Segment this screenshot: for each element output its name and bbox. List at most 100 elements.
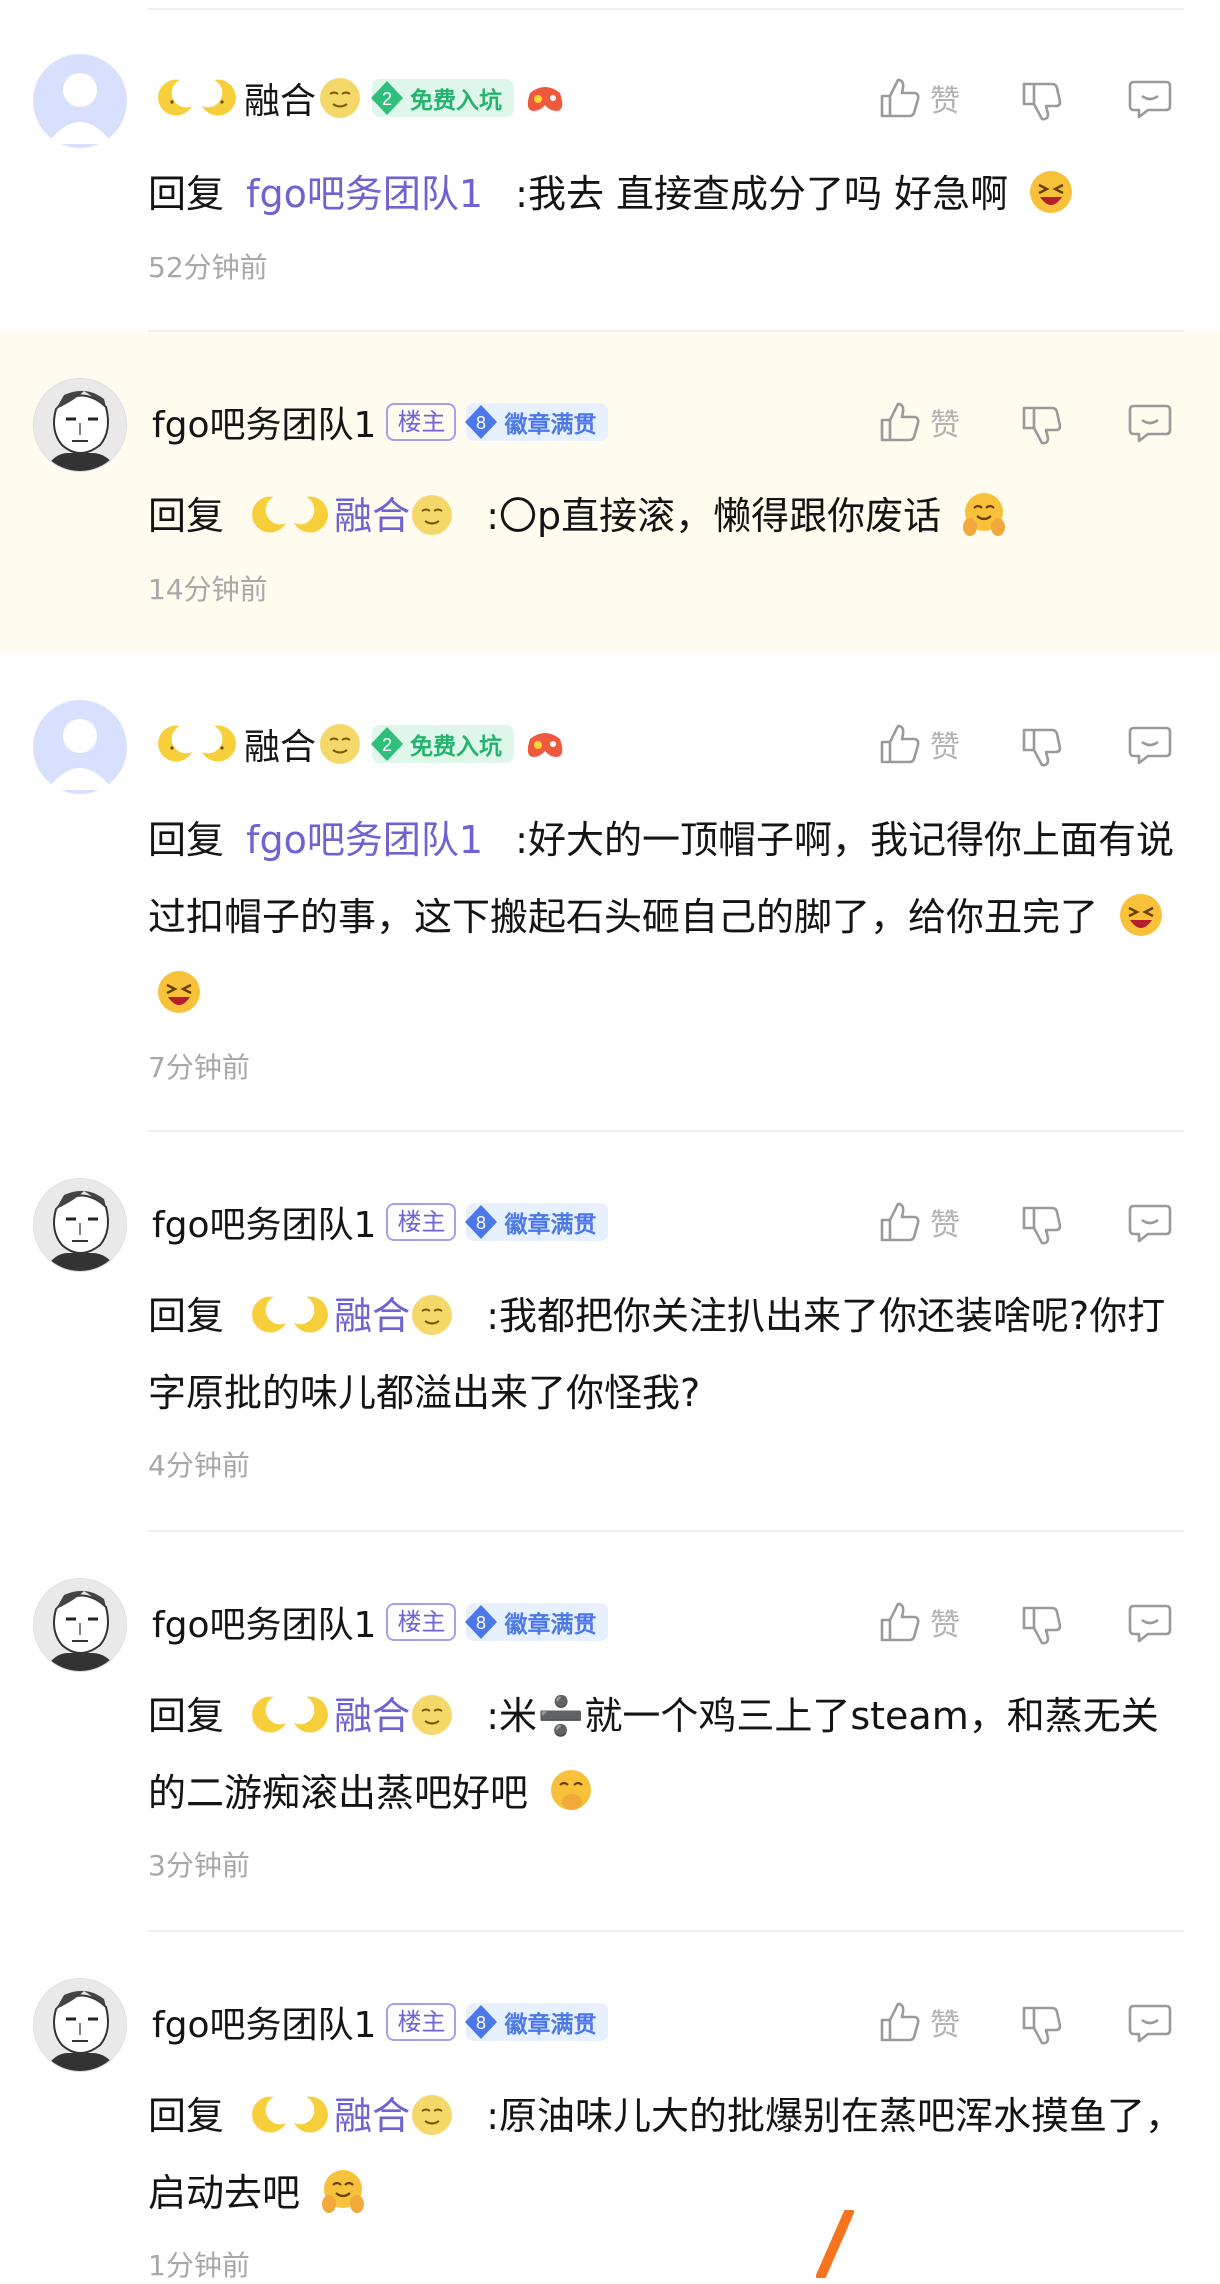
like-button[interactable]: 赞 — [878, 2000, 960, 2044]
username[interactable]: fgo吧务团队1 — [152, 396, 376, 448]
grin-face-icon — [1120, 894, 1163, 936]
smile-emoji-icon — [412, 1295, 453, 1335]
orange-brush-stroke — [816, 2210, 854, 2278]
moon-icon — [252, 496, 287, 533]
gamepad-icon — [527, 733, 563, 757]
avatar[interactable] — [33, 54, 127, 148]
like-button[interactable]: 赞 — [878, 1600, 960, 1644]
comment-content: 回复 融合 :原油味儿大的批爆别在蒸吧浑水摸鱼了，启动去吧 — [148, 2078, 1188, 2232]
level-number: 2 — [382, 735, 392, 755]
smile-emoji-icon — [412, 495, 453, 535]
diamond-icon: 8 — [465, 405, 498, 439]
thumbs-down-icon[interactable] — [1020, 724, 1064, 768]
comment-bubble-icon[interactable] — [1128, 400, 1172, 444]
username[interactable]: 融合 — [244, 72, 316, 124]
mention-name: 融合 — [334, 1694, 411, 1738]
shush-face-icon — [551, 1770, 592, 1810]
reply-prefix: 回复 — [148, 172, 225, 216]
comment-bubble-icon[interactable] — [1128, 2000, 1172, 2044]
avatar[interactable] — [33, 1978, 127, 2072]
moon-icon — [252, 2096, 287, 2133]
grin-face-icon — [1030, 171, 1073, 213]
hug-face-icon — [963, 493, 1006, 536]
like-label: 赞 — [930, 84, 960, 119]
level-title: 徽章满贯 — [504, 1212, 597, 1238]
comment-header: fgo吧务团队1 楼主 8 徽章满贯 — [152, 1992, 609, 2052]
timestamp: 1分钟前 — [148, 2249, 250, 2282]
comment-item: 融合 2 免费入坑 赞 回复 fgo吧务团队1 :我去 直接查成分了吗 好急啊 … — [0, 10, 1220, 328]
comment-actions: 赞 — [878, 1592, 1178, 1652]
username[interactable]: 融合 — [244, 718, 316, 770]
username[interactable]: fgo吧务团队1 — [152, 1996, 376, 2048]
comment-content: 回复 fgo吧务团队1 :好大的一顶帽子啊，我记得你上面有说过扣帽子的事，这下搬… — [148, 802, 1188, 1033]
comment-item: fgo吧务团队1 楼主 8 徽章满贯 赞 回复 融合 :原油味儿大的批爆别在蒸吧… — [0, 1932, 1220, 2282]
thumbs-down-icon[interactable] — [1020, 402, 1064, 446]
op-badge: 楼主 — [386, 1203, 457, 1241]
comment-bubble-icon[interactable] — [1128, 1600, 1172, 1644]
smile-emoji-icon — [412, 2095, 453, 2135]
thumbs-down-icon[interactable] — [1020, 1202, 1064, 1246]
level-number: 2 — [382, 89, 392, 109]
comment-text: :〇p直接滚，懒得跟你废话 — [486, 494, 942, 538]
username[interactable]: fgo吧务团队1 — [152, 1196, 376, 1248]
avatar[interactable] — [33, 1578, 127, 1672]
moon-icon — [294, 1296, 329, 1333]
thumbs-down-icon[interactable] — [1020, 1602, 1064, 1646]
thumbs-up-icon — [880, 78, 920, 118]
mention-link[interactable]: 融合 — [246, 1294, 466, 1338]
mention-link[interactable]: 融合 — [246, 494, 466, 538]
comment-header: fgo吧务团队1 楼主 8 徽章满贯 — [152, 392, 609, 452]
timestamp: 52分钟前 — [148, 251, 268, 284]
comment-item: fgo吧务团队1 楼主 8 徽章满贯 赞 回复 融合 :我都把你关注扒出来了你还… — [0, 1132, 1220, 1528]
level-badge: 2 免费入坑 — [371, 79, 515, 117]
comment-item: 融合 2 免费入坑 赞 回复 fgo吧务团队1 :好大的一顶帽子啊，我记得你上面… — [0, 656, 1220, 1128]
grin-face-icon — [158, 971, 200, 1013]
moon-icon — [202, 79, 236, 116]
like-label: 赞 — [930, 1208, 960, 1243]
username[interactable]: fgo吧务团队1 — [152, 1596, 376, 1648]
comment-bubble-icon[interactable] — [1128, 76, 1172, 120]
like-button[interactable]: 赞 — [878, 76, 960, 120]
thumbs-down-icon[interactable] — [1020, 2002, 1064, 2046]
avatar[interactable] — [33, 1178, 127, 1272]
avatar[interactable] — [33, 378, 127, 472]
thumbs-down-icon[interactable] — [1020, 78, 1064, 122]
level-number: 8 — [476, 1213, 486, 1233]
diamond-icon: 2 — [371, 727, 404, 761]
comment-bubble-icon[interactable] — [1128, 722, 1172, 766]
comment-bubble-icon[interactable] — [1128, 1200, 1172, 1244]
like-button[interactable]: 赞 — [878, 400, 960, 444]
hug-face-icon — [322, 2170, 365, 2213]
like-button[interactable]: 赞 — [878, 722, 960, 766]
moon-icon — [202, 725, 236, 762]
thumbs-up-icon — [880, 724, 920, 764]
mention-link[interactable]: 融合 — [246, 2094, 466, 2138]
level-number: 8 — [476, 413, 486, 433]
diamond-icon: 8 — [465, 1205, 498, 1239]
diamond-icon: 2 — [371, 81, 404, 115]
level-number: 8 — [476, 2013, 486, 2033]
comment-item: fgo吧务团队1 楼主 8 徽章满贯 赞 回复 融合 :米➗就一个鸡三上了ste… — [0, 1532, 1220, 1928]
mention-link[interactable]: fgo吧务团队1 — [246, 172, 483, 216]
comment-header: 融合 2 免费入坑 — [152, 714, 566, 774]
reply-prefix: 回复 — [148, 2094, 225, 2138]
mention-link[interactable]: 融合 — [246, 1694, 466, 1738]
mention-name: 融合 — [334, 2094, 411, 2138]
mention-link[interactable]: fgo吧务团队1 — [246, 818, 483, 862]
moon-icon — [294, 2096, 329, 2133]
moon-icon — [294, 496, 329, 533]
level-badge: 8 徽章满贯 — [465, 403, 609, 441]
comment-content: 回复 fgo吧务团队1 :我去 直接查成分了吗 好急啊 — [148, 156, 1188, 233]
comment-actions: 赞 — [878, 68, 1178, 128]
comment-header: 融合 2 免费入坑 — [152, 68, 566, 128]
moon-icon — [158, 725, 192, 762]
like-button[interactable]: 赞 — [878, 1200, 960, 1244]
avatar[interactable] — [33, 700, 127, 794]
comment-actions: 赞 — [878, 1992, 1178, 2052]
thumbs-up-icon — [880, 1602, 920, 1642]
reply-prefix: 回复 — [148, 1294, 225, 1338]
level-badge: 8 徽章满贯 — [465, 1203, 609, 1241]
like-label: 赞 — [930, 2008, 960, 2043]
smile-emoji-icon — [320, 724, 361, 764]
moon-icon — [252, 1296, 287, 1333]
